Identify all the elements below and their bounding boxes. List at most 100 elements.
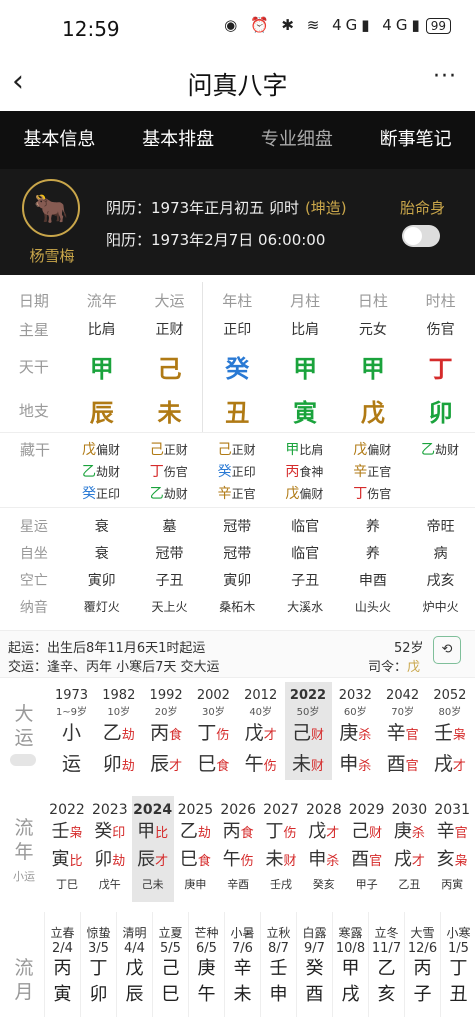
dizhi-2[interactable]: 丑 — [203, 393, 271, 428]
dayun-branch-line: 运 — [48, 751, 95, 780]
liuyue-col-0[interactable]: 立春 2/4 丙寅 — [44, 912, 80, 1017]
liunian-col-2028[interactable]: 2028 戊才 申杀 癸亥 — [303, 796, 345, 902]
dayun-col-1982[interactable]: 1982 10岁 乙劫 卯劫 — [95, 682, 142, 780]
more-icon[interactable]: ··· — [433, 64, 457, 89]
liunian-col-2030[interactable]: 2030 庚杀 戌才 乙丑 — [388, 796, 430, 902]
solar-term-date: 4/4 — [124, 941, 145, 956]
tab-basic-info[interactable]: 基本信息 — [0, 111, 119, 169]
liuyue-section: 流月 立春 2/4 丙寅惊蛰 3/5 丁卯清明 4/4 戊辰立夏 5/5 己巳芒种 6/5 庚午小暑… — [0, 912, 475, 1017]
tiangan-3[interactable]: 甲 — [271, 349, 339, 384]
hidden-stem: 辛 — [217, 486, 232, 502]
taiming-toggle[interactable] — [402, 225, 440, 247]
dayun-col-2012[interactable]: 2012 40岁 戊才 午伤 — [237, 682, 284, 780]
liuyue-col-2[interactable]: 清明 4/4 戊辰 — [116, 912, 152, 1017]
dayun-stem: 辛 — [386, 722, 406, 744]
zhuxing-5: 元女 — [358, 322, 387, 338]
liunian-branch: 戌 — [393, 849, 412, 870]
dayun-col-1992[interactable]: 1992 20岁 丙食 辰才 — [143, 682, 190, 780]
solar-term: 大雪 — [410, 926, 435, 940]
solar-term: 小寒 — [446, 926, 471, 940]
dizhi-3[interactable]: 寅 — [271, 393, 339, 428]
liuyue-col-8[interactable]: 寒露 10/8 甲戌 — [332, 912, 368, 1017]
liuyue-col-4[interactable]: 芒种 6/5 庚午 — [188, 912, 224, 1017]
liuyue-col-1[interactable]: 惊蛰 3/5 丁卯 — [80, 912, 116, 1017]
tiangan-5[interactable]: 丁 — [407, 349, 475, 384]
hidden-item: 甲比肩 — [285, 439, 347, 461]
liuyue-col-9[interactable]: 立冬 11/7 乙亥 — [368, 912, 404, 1017]
xingyun-cell: 冠带 — [155, 545, 184, 562]
liunian-col-2031[interactable]: 2031 辛官 亥枭 丙寅 — [431, 796, 473, 902]
dizhi-1[interactable]: 未 — [136, 393, 204, 428]
dayun-age: 60岁 — [343, 707, 367, 718]
solar-term-date: 5/5 — [160, 941, 181, 956]
hidden-stems: 藏干 戊偏财 乙劫财 癸正印 己正财 丁伤官 乙劫财 己正财 癸正印 辛正官 甲比肩 丙食神 戊偏财戊… — [0, 432, 475, 508]
dizhi-5[interactable]: 卯 — [407, 393, 475, 428]
tab-pro-detail[interactable]: 专业细盘 — [238, 111, 357, 169]
liunian-col-2023[interactable]: 2023 癸印 卯劫 戊午 — [89, 796, 131, 902]
liuyue-col-10[interactable]: 大雪 12/6 丙子 — [404, 912, 440, 1017]
liunian-branch-line: 戌才 — [388, 848, 430, 874]
liunian-col-2027[interactable]: 2027 丁伤 未财 壬戌 — [260, 796, 302, 902]
liunian-col-2022[interactable]: 2022 壬枭 寅比 丁巳 — [46, 796, 88, 902]
tiangan-2[interactable]: 癸 — [203, 349, 271, 384]
xiaoyun-ganzhi: 乙丑 — [398, 878, 421, 891]
dayun-branch-god: 才 — [169, 759, 183, 774]
dayun-col-2042[interactable]: 2042 70岁 辛官 酉官 — [379, 682, 426, 780]
liunian-col-2024[interactable]: 2024 甲比 辰才 己未 — [131, 796, 174, 902]
liuyue-col-3[interactable]: 立夏 5/5 己巳 — [152, 912, 188, 1017]
liunian-branch-line: 寅比 — [46, 848, 88, 874]
dayun-age: 30岁 — [202, 707, 225, 718]
hidden-god: 正印 — [96, 487, 121, 501]
liunian-col-2025[interactable]: 2025 乙劫 巳食 庚申 — [174, 796, 216, 902]
siling: 司令：戊 — [368, 656, 420, 675]
dayun-branch-god: 伤 — [263, 759, 277, 774]
dayun-toggle[interactable] — [10, 754, 36, 766]
liunian-stem: 辛 — [436, 821, 455, 842]
liunian-stem-god: 财 — [369, 826, 383, 841]
xiaoyun-ganzhi: 甲子 — [355, 878, 378, 891]
month-stem: 丙 — [413, 958, 432, 979]
tiangan-0[interactable]: 甲 — [68, 349, 136, 384]
dayun-branch-line: 戌才 — [426, 751, 473, 780]
dizhi-4[interactable]: 戊 — [339, 393, 407, 428]
dizhi-0[interactable]: 辰 — [68, 393, 136, 428]
avatar[interactable]: 🐂 — [22, 179, 80, 237]
xingyun-cell: 寅卯 — [223, 572, 252, 589]
dayun-col-2002[interactable]: 2002 30岁 丁伤 巳食 — [190, 682, 237, 780]
tiangan-4[interactable]: 甲 — [339, 349, 407, 384]
liunian-col-2029[interactable]: 2029 己财 酉官 甲子 — [346, 796, 388, 902]
dayun-stem-god: 官 — [405, 728, 419, 743]
zhuxing-2: 正财 — [155, 322, 184, 338]
dayun-branch-line: 酉官 — [379, 751, 426, 780]
hidden-stems-label: 藏干 — [20, 441, 51, 459]
hidden-col-3: 甲比肩 丙食神 戊偏财 — [285, 439, 347, 505]
calibrate-icon[interactable]: ⟲ — [433, 636, 461, 664]
xingyun-cell: 养 — [365, 518, 380, 535]
grid-head-row: 日期 流年 大运 年柱 月柱 日柱 时柱 — [0, 286, 475, 314]
liunian-col-2026[interactable]: 2026 丙食 午伤 辛酉 — [217, 796, 259, 902]
tab-basic-chart[interactable]: 基本排盘 — [119, 111, 238, 169]
tab-notes[interactable]: 断事笔记 — [356, 111, 475, 169]
tiangan-1[interactable]: 己 — [136, 349, 204, 384]
xingyun-cell: 临官 — [291, 518, 320, 535]
liuyue-col-11[interactable]: 小寒 1/5 丁丑 — [440, 912, 475, 1017]
xiaoyun-ganzhi: 庚申 — [184, 878, 207, 891]
liuyue-col-7[interactable]: 白露 9/7 癸酉 — [296, 912, 332, 1017]
solar-term: 小暑 — [230, 926, 255, 940]
dayun-branch: 运 — [61, 753, 81, 775]
liunian-stem: 壬 — [51, 821, 70, 842]
dayun-col-2052[interactable]: 2052 80岁 壬枭 戌才 — [426, 682, 473, 780]
dayun-year: 1992 — [149, 688, 183, 703]
month-stem: 丁 — [89, 958, 108, 979]
dayun-col-2022[interactable]: 2022 50岁 己财 未财 — [284, 682, 332, 780]
dayun-col-2032[interactable]: 2032 60岁 庚杀 申杀 — [332, 682, 379, 780]
hidden-col-4: 戊偏财 辛正官 丁伤官 — [353, 439, 415, 505]
solar-term: 芒种 — [194, 926, 219, 940]
xiaoyun-ganzhi: 丙寅 — [441, 878, 464, 891]
liuyue-col-5[interactable]: 小暑 7/6 辛未 — [224, 912, 260, 1017]
dayun-stem-line: 戊才 — [237, 720, 284, 749]
dayun-col-1973[interactable]: 1973 1~9岁小运 — [48, 682, 95, 780]
liuyue-col-6[interactable]: 立秋 8/7 壬申 — [260, 912, 296, 1017]
liunian-year: 2022 — [49, 802, 85, 818]
dayun-year: 2032 — [338, 688, 372, 703]
